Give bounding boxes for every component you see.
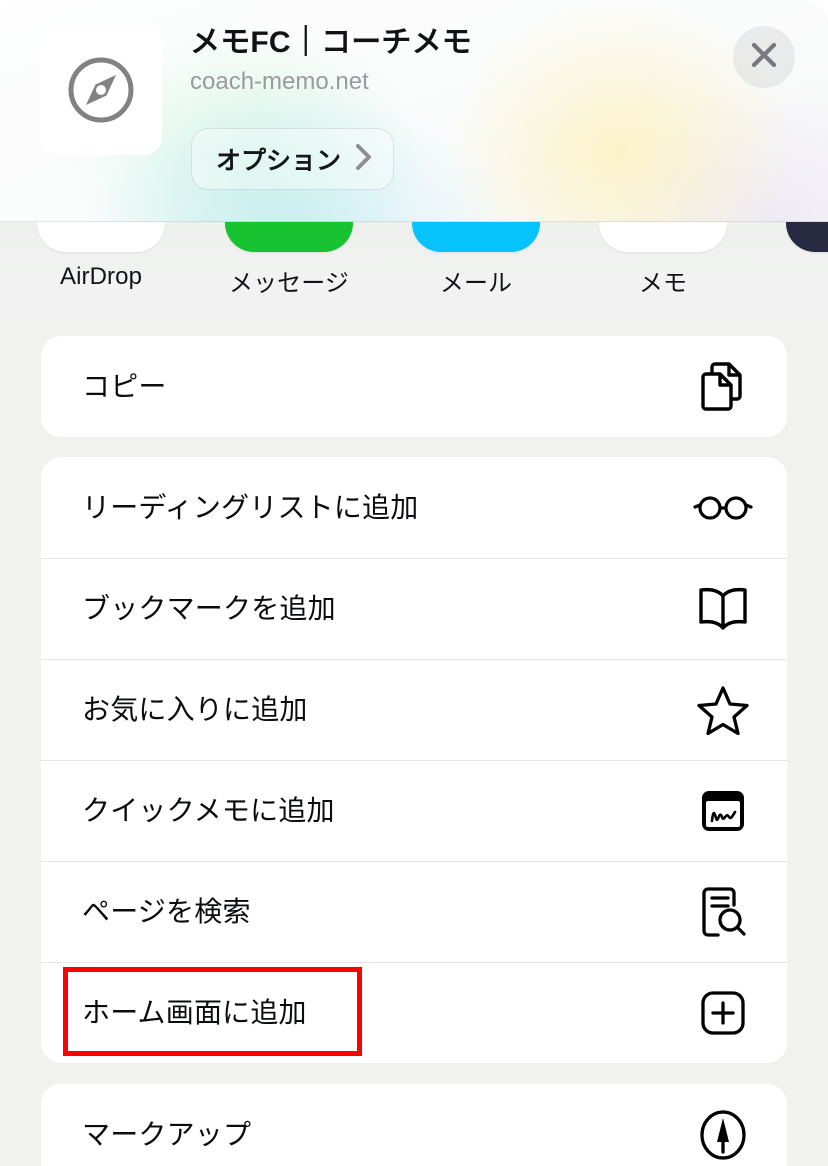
action-row-find-on-page[interactable]: ページを検索 bbox=[41, 861, 787, 962]
app-share-target-messages[interactable]: メッセージ bbox=[219, 222, 359, 298]
share-sheet: メモFC｜コーチメモ coach-memo.net オプション AirDrop bbox=[0, 0, 828, 1166]
action-group-markup: マークアップ bbox=[41, 1084, 787, 1166]
app-label: AirDrop bbox=[59, 263, 143, 290]
action-label: クイックメモに追加 bbox=[82, 794, 335, 826]
action-label: コピー bbox=[82, 370, 167, 402]
action-row-add-bookmark[interactable]: ブックマークを追加 bbox=[41, 558, 787, 659]
action-row-markup[interactable]: マークアップ bbox=[41, 1084, 787, 1166]
page-title: メモFC｜コーチメモ bbox=[190, 26, 472, 59]
app-label: メール bbox=[439, 270, 513, 297]
markup-pen-icon bbox=[688, 1109, 758, 1161]
app-share-target-airdrop[interactable]: AirDrop bbox=[31, 222, 171, 291]
find-on-page-icon bbox=[688, 885, 758, 939]
app-share-row[interactable]: AirDrop メッセージ メール メモ ジャ bbox=[0, 222, 828, 317]
app-share-target-mail[interactable]: メール bbox=[406, 222, 546, 298]
app-label: メモ bbox=[638, 270, 688, 297]
book-icon bbox=[688, 586, 758, 632]
app-label: メッセージ bbox=[228, 270, 350, 297]
airdrop-icon bbox=[37, 222, 165, 252]
app-share-target-notes[interactable]: メモ bbox=[593, 222, 733, 298]
glasses-icon bbox=[688, 493, 758, 523]
options-button[interactable]: オプション bbox=[191, 128, 395, 190]
action-row-add-to-reading-list[interactable]: リーディングリストに追加 bbox=[41, 457, 787, 558]
action-label: リーディングリストに追加 bbox=[82, 491, 419, 523]
star-icon bbox=[688, 685, 758, 735]
journal-icon bbox=[786, 222, 828, 252]
action-label: お気に入りに追加 bbox=[82, 693, 308, 725]
mail-icon bbox=[412, 222, 540, 252]
page-domain: coach-memo.net bbox=[190, 68, 369, 96]
app-label: ジャ bbox=[780, 263, 828, 298]
safari-compass-icon bbox=[40, 25, 162, 155]
notes-icon bbox=[599, 222, 727, 252]
plus-square-icon bbox=[688, 989, 758, 1037]
action-row-copy[interactable]: コピー bbox=[41, 336, 787, 437]
app-share-target-journal[interactable]: ジャ bbox=[780, 222, 828, 298]
messages-icon bbox=[225, 222, 353, 252]
action-row-add-to-home-screen[interactable]: ホーム画面に追加 bbox=[41, 962, 787, 1063]
action-label: ブックマークを追加 bbox=[82, 592, 336, 624]
options-label: オプション bbox=[216, 147, 342, 175]
share-sheet-header: メモFC｜コーチメモ coach-memo.net オプション bbox=[0, 0, 828, 222]
chevron-right-icon bbox=[355, 142, 373, 177]
header-text-block: メモFC｜コーチメモ coach-memo.net bbox=[190, 24, 710, 97]
action-row-add-to-favorites[interactable]: お気に入りに追加 bbox=[41, 659, 787, 760]
quick-note-icon bbox=[688, 787, 758, 835]
action-label: ページを検索 bbox=[82, 895, 251, 927]
action-group-copy: コピー bbox=[41, 336, 787, 437]
action-label: マークアップ bbox=[82, 1118, 252, 1150]
close-x-icon bbox=[749, 40, 779, 75]
action-group-main: リーディングリストに追加 ブックマークを追加 お気に入りに追加 クイックメモに追… bbox=[41, 457, 787, 1063]
close-button[interactable] bbox=[733, 26, 795, 88]
action-label: ホーム画面に追加 bbox=[82, 996, 307, 1028]
action-row-add-to-quick-note[interactable]: クイックメモに追加 bbox=[41, 760, 787, 861]
copy-icon bbox=[688, 361, 758, 413]
